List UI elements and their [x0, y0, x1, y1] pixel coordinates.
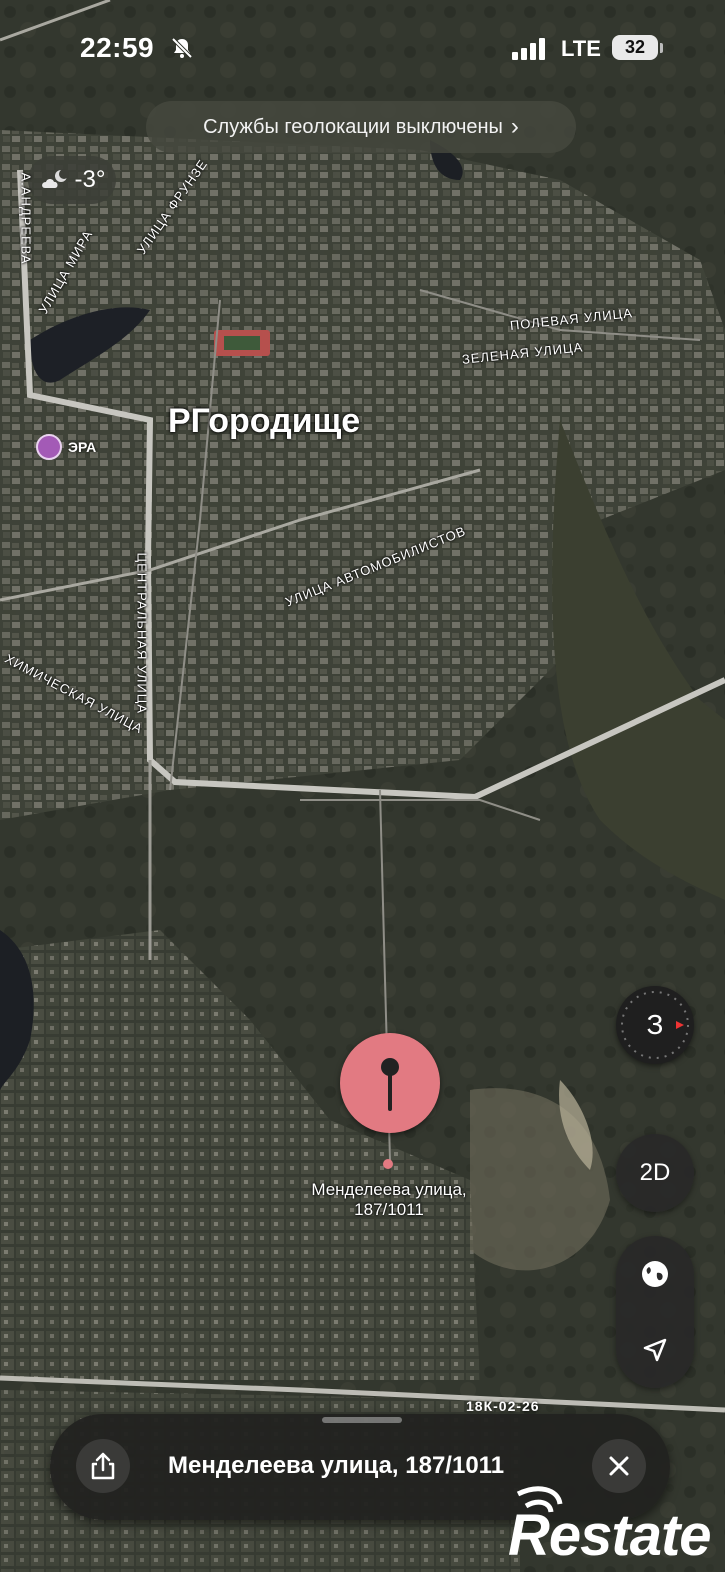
map-controls-stack [616, 1236, 694, 1388]
city-label: РГородище [168, 402, 361, 440]
weather-chip[interactable]: -3° [28, 156, 116, 204]
map-type-button[interactable] [616, 1236, 694, 1312]
location-pin[interactable] [340, 1033, 440, 1133]
locate-button[interactable] [616, 1312, 694, 1388]
pin-anchor-dot [383, 1159, 393, 1169]
guitar-icon [36, 434, 62, 460]
close-icon [609, 1456, 629, 1476]
poi-era[interactable]: ЭРА [36, 434, 96, 460]
cloud-moon-icon [41, 169, 69, 188]
compass-heading: З [646, 1009, 664, 1040]
place-title: Менделеева улица, 187/1011 [168, 1452, 505, 1479]
street-label-centralnaya: ЦЕНТРАЛЬНАЯ УЛИЦА [134, 552, 150, 715]
share-icon [91, 1452, 115, 1480]
status-bar: 22:59 LTE 32 [0, 0, 725, 100]
network-type: LTE [561, 36, 601, 61]
maps-app: 22:59 LTE 32 Службы геолокации выключены… [0, 0, 725, 1572]
bell-slash-icon [171, 37, 193, 59]
globe-icon [642, 1261, 668, 1287]
battery-icon: 32 [612, 35, 658, 60]
share-button[interactable] [76, 1439, 130, 1493]
chevron-right-icon: › [510, 113, 519, 140]
map-mode-2d-button[interactable]: 2D [616, 1134, 694, 1212]
status-time: 22:59 [80, 32, 155, 63]
poi-label: ЭРА [68, 439, 97, 455]
location-services-banner[interactable]: Службы геолокации выключены › [146, 101, 576, 153]
pin-icon [381, 1058, 399, 1111]
battery-tip [660, 43, 663, 53]
location-arrow-icon [643, 1338, 667, 1362]
pin-label: Менделеева улица, 187/1011 [311, 1180, 467, 1219]
compass-button[interactable]: З [616, 986, 694, 1064]
banner-text: Службы геолокации выключены [203, 115, 503, 138]
road-number-label: 18К-02-26 [466, 1398, 540, 1414]
street-label-andreeva: А.АНДРЕЕВА [18, 172, 34, 265]
signal-icon [512, 38, 545, 60]
weather-temp: -3° [74, 166, 106, 193]
sheet-grabber[interactable] [322, 1417, 402, 1423]
watermark-text: Restate [508, 1503, 712, 1568]
